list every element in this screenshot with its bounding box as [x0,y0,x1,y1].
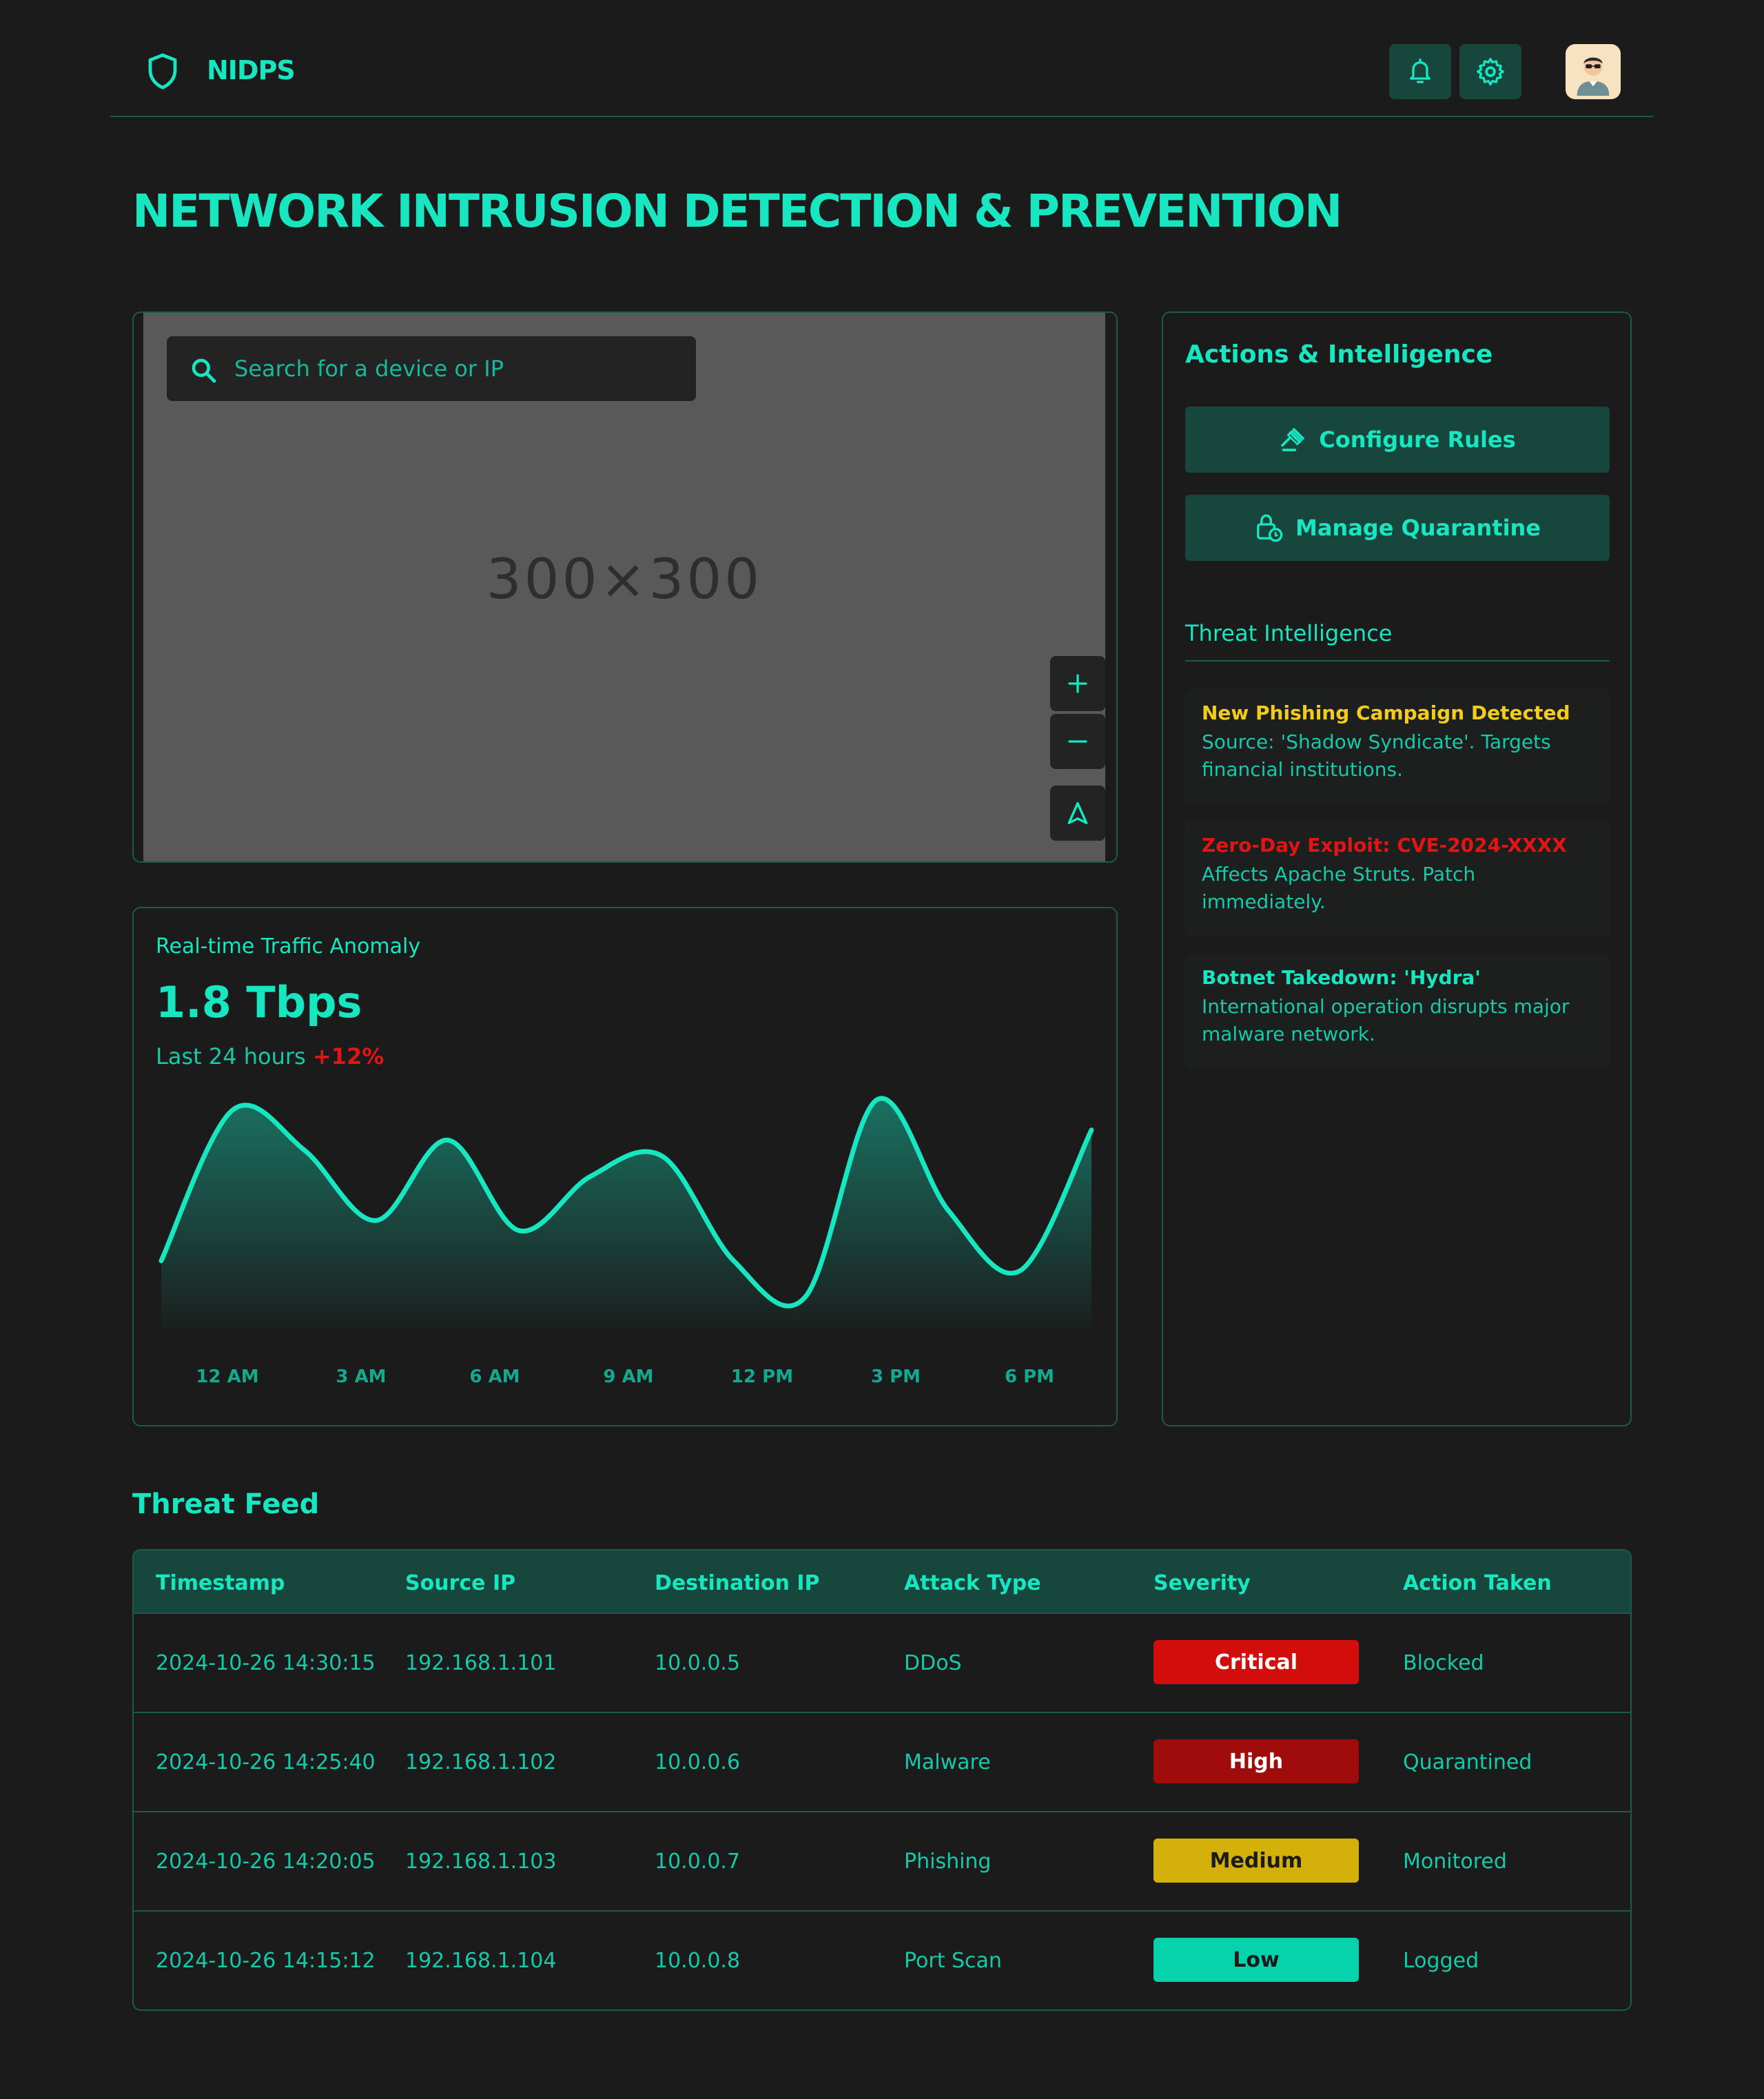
column-header[interactable]: Attack Type [904,1571,1041,1595]
intel-item-body: International operation disrupts major m… [1202,995,1570,1045]
cell-timestamp: 2024-10-26 14:30:15 [156,1651,376,1675]
network-map-card: 300×300 [132,311,1118,863]
cell-destination-ip: 10.0.0.8 [655,1949,741,1973]
zoom-out-button[interactable] [1050,714,1105,769]
zoom-out-icon [1068,740,1087,743]
x-tick-label: 9 AM [603,1366,653,1387]
cell-attack-type: Malware [904,1750,991,1774]
user-avatar-icon [1577,57,1610,96]
device-search [167,336,696,401]
gear-icon [1477,58,1504,85]
search-input[interactable] [233,336,674,401]
shield-icon [148,53,177,90]
traffic-value: 1.8 Tbps [156,977,362,1027]
table-header: Timestamp Source IP Destination IP Attac… [134,1550,1630,1614]
x-tick-label: 6 PM [1005,1366,1054,1387]
severity-badge: Low [1153,1938,1359,1982]
map-placeholder-text: 300×300 [486,547,763,611]
column-header[interactable]: Source IP [405,1571,515,1595]
intel-item-body: Affects Apache Struts. Patch immediately… [1202,863,1476,913]
cell-attack-type: Phishing [904,1850,992,1874]
severity-badge: High [1153,1739,1359,1783]
avatar[interactable] [1566,44,1621,99]
traffic-period: Last 24 hours [156,1043,306,1069]
x-tick-label: 3 AM [336,1366,386,1387]
traffic-chart: 12 AM 3 AM 6 AM 9 AM 12 PM 3 PM 6 PM [158,1096,1094,1387]
settings-button[interactable] [1459,44,1521,99]
cell-attack-type: Port Scan [904,1949,1002,1973]
table-row[interactable]: 2024-10-26 14:30:15 192.168.1.101 10.0.0… [134,1614,1630,1713]
notifications-button[interactable] [1389,44,1451,99]
cell-timestamp: 2024-10-26 14:20:05 [156,1850,376,1874]
cell-timestamp: 2024-10-26 14:25:40 [156,1750,376,1774]
x-tick-label: 12 AM [196,1366,258,1387]
manage-quarantine-button[interactable]: Manage Quarantine [1185,495,1610,561]
x-tick-label: 3 PM [871,1366,921,1387]
navigation-arrow-icon [1067,802,1088,824]
brand-name: NIDPS [207,55,296,85]
intel-item-title: New Phishing Campaign Detected [1202,702,1570,724]
traffic-title: Real-time Traffic Anomaly [156,934,421,959]
page: NIDPS NETWORK INTRUSION DETECTION & PREV… [0,0,1764,2099]
recenter-button[interactable] [1050,786,1105,841]
cell-attack-type: DDoS [904,1651,962,1675]
severity-badge: Critical [1153,1640,1359,1684]
x-tick-label: 12 PM [731,1366,793,1387]
cell-destination-ip: 10.0.0.5 [655,1651,741,1675]
column-header[interactable]: Action Taken [1403,1571,1552,1595]
cell-source-ip: 192.168.1.103 [405,1850,557,1874]
intel-item[interactable]: New Phishing Campaign Detected Source: '… [1185,689,1610,805]
intel-item-title: Botnet Takedown: 'Hydra' [1202,966,1481,989]
x-tick-label: 6 AM [469,1366,520,1387]
actions-intelligence-panel: Actions & Intelligence Configure Rules M… [1162,311,1632,1426]
traffic-change: +12% [312,1043,384,1069]
table-row[interactable]: 2024-10-26 14:25:40 192.168.1.102 10.0.0… [134,1713,1630,1812]
threat-intel-title: Threat Intelligence [1185,620,1393,646]
traffic-anomaly-card: Real-time Traffic Anomaly 1.8 Tbps Last … [132,907,1118,1426]
table-row[interactable]: 2024-10-26 14:20:05 192.168.1.103 10.0.0… [134,1812,1630,1912]
cell-action-taken: Logged [1403,1949,1479,1973]
intel-item[interactable]: Botnet Takedown: 'Hydra' International o… [1185,954,1610,1069]
column-header[interactable]: Destination IP [655,1571,820,1595]
table-row[interactable]: 2024-10-26 14:15:12 192.168.1.104 10.0.0… [134,1912,1630,2009]
traffic-period-row: Last 24 hours +12% [156,1043,384,1069]
intel-item-body: Source: 'Shadow Syndicate'. Targets fina… [1202,730,1551,781]
cell-source-ip: 192.168.1.104 [405,1949,557,1973]
divider [1185,660,1610,662]
zoom-in-button[interactable] [1050,656,1105,711]
configure-rules-button[interactable]: Configure Rules [1185,407,1610,473]
cell-action-taken: Quarantined [1403,1750,1532,1774]
cell-action-taken: Blocked [1403,1651,1484,1675]
configure-rules-label: Configure Rules [1319,427,1516,453]
zoom-in-icon [1068,674,1087,693]
intel-item-title: Zero-Day Exploit: CVE-2024-XXXX [1202,834,1567,857]
top-bar: NIDPS [110,0,1654,117]
manage-quarantine-label: Manage Quarantine [1295,515,1541,541]
panel-title: Actions & Intelligence [1185,340,1493,369]
intel-item[interactable]: Zero-Day Exploit: CVE-2024-XXXX Affects … [1185,821,1610,937]
page-title: NETWORK INTRUSION DETECTION & PREVENTION [132,185,1342,238]
search-icon [192,358,216,383]
lock-icon [1257,514,1283,542]
cell-timestamp: 2024-10-26 14:15:12 [156,1949,376,1973]
bell-icon [1410,58,1430,83]
threat-feed-table: Timestamp Source IP Destination IP Attac… [132,1549,1632,2011]
cell-destination-ip: 10.0.0.7 [655,1850,741,1874]
cell-source-ip: 192.168.1.102 [405,1750,557,1774]
cell-action-taken: Monitored [1403,1850,1507,1874]
network-map[interactable]: 300×300 [143,313,1105,861]
cell-destination-ip: 10.0.0.6 [655,1750,741,1774]
cell-source-ip: 192.168.1.101 [405,1651,557,1675]
severity-badge: Medium [1153,1839,1359,1883]
gavel-icon [1281,428,1305,451]
threat-feed-title: Threat Feed [132,1488,320,1520]
column-header[interactable]: Severity [1153,1571,1251,1595]
column-header[interactable]: Timestamp [156,1571,285,1595]
